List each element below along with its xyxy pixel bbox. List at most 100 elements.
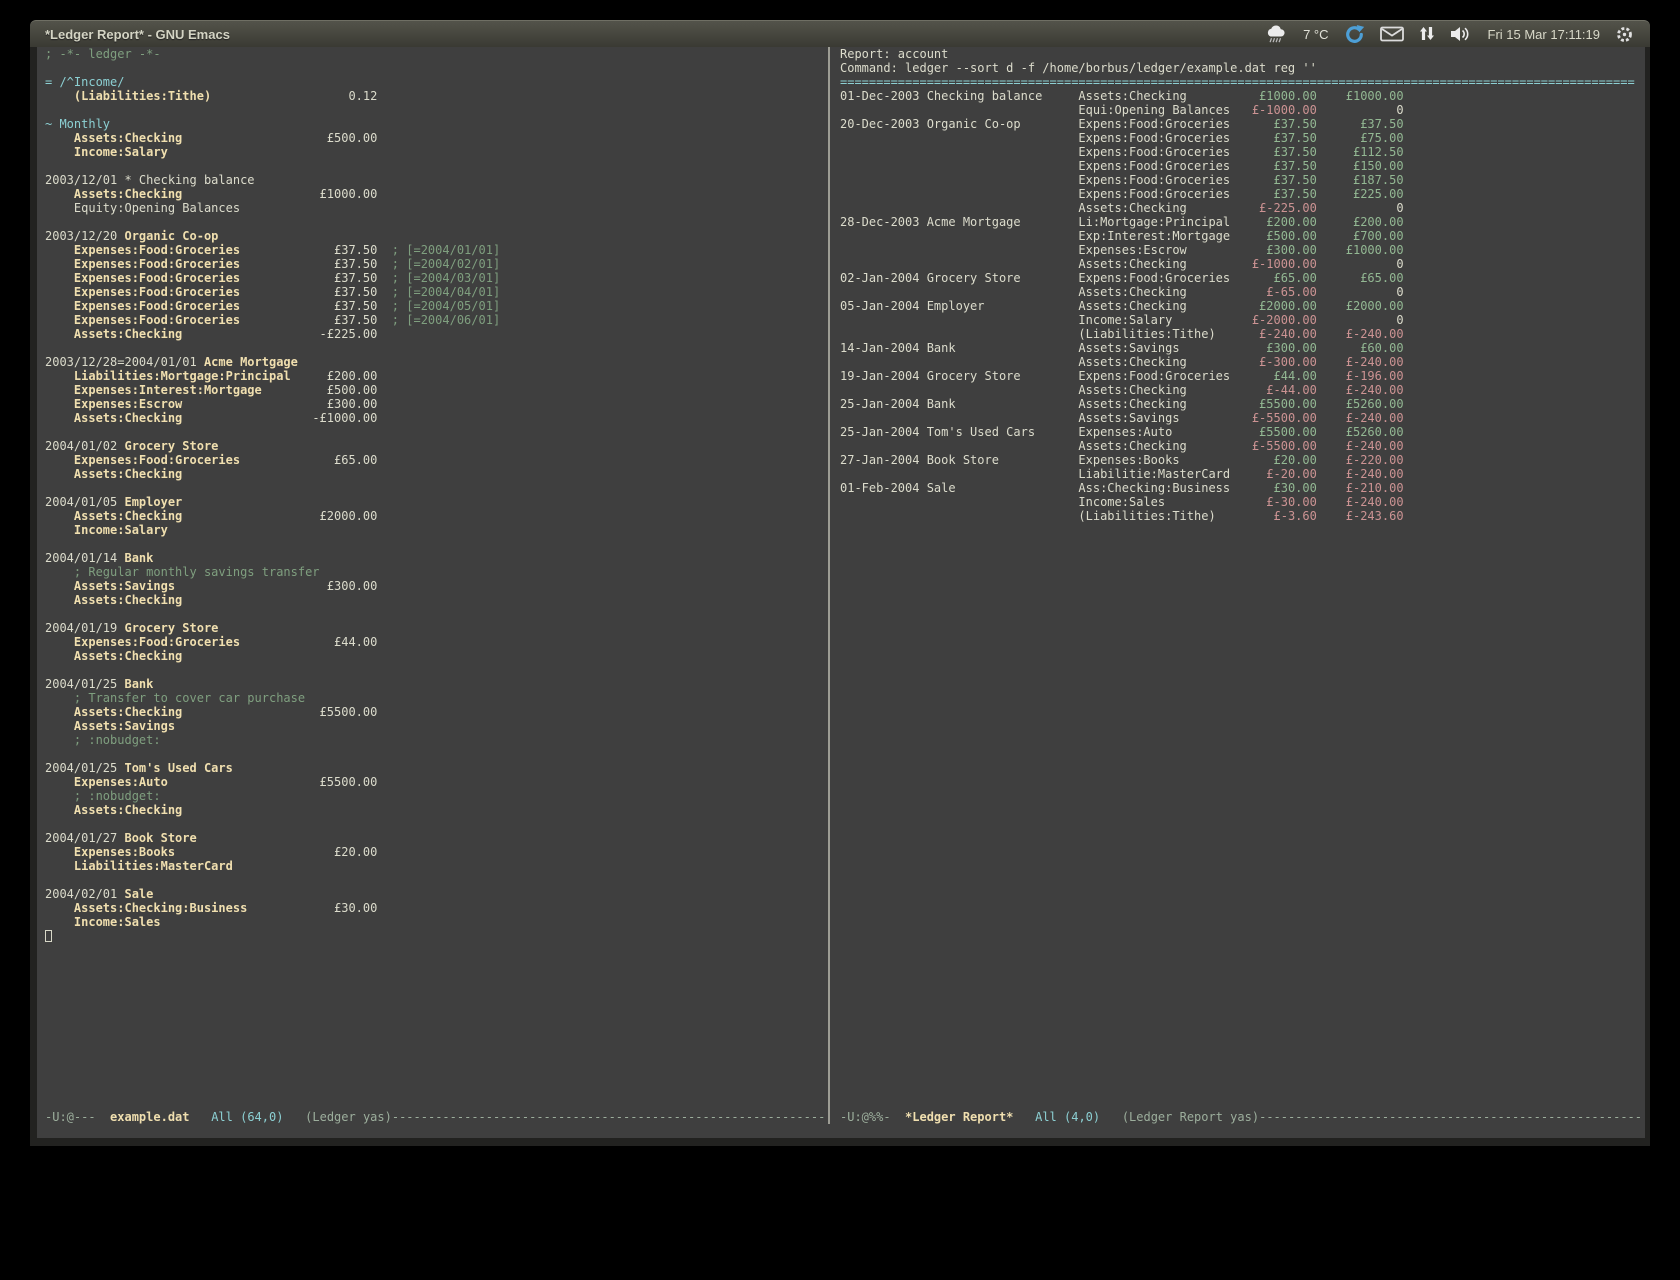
report-row: Expens:Food:Groceries £37.50 £187.50: [840, 173, 1645, 187]
ledger-line: [45, 103, 828, 117]
ledger-line: Assets:Checking £1000.00: [45, 187, 828, 201]
weather-icon[interactable]: [1264, 24, 1288, 44]
text-cursor: [45, 930, 52, 942]
ledger-line: Assets:Checking: [45, 593, 828, 607]
report-row: Exp:Interest:Mortgage £500.00 £700.00: [840, 229, 1645, 243]
ledger-line: 2004/01/02 Grocery Store: [45, 439, 828, 453]
ledger-line: Assets:Checking -£225.00: [45, 327, 828, 341]
ledger-line: 2004/01/19 Grocery Store: [45, 621, 828, 635]
ledger-line: 2004/02/01 Sale: [45, 887, 828, 901]
ledger-line: [45, 215, 828, 229]
ledger-line: Expenses:Auto £5500.00: [45, 775, 828, 789]
ledger-line: 2004/01/05 Employer: [45, 495, 828, 509]
ledger-line: 2003/12/28=2004/01/01 Acme Mortgage: [45, 355, 828, 369]
ledger-line: Expenses:Food:Groceries £37.50 ; [=2004/…: [45, 313, 828, 327]
ledger-line: Liabilities:MasterCard: [45, 859, 828, 873]
ledger-line: Expenses:Books £20.00: [45, 845, 828, 859]
report-header-line: Report: account: [840, 47, 1645, 61]
report-command-line: Command: ledger --sort d -f /home/borbus…: [840, 61, 1645, 75]
ledger-line: [45, 663, 828, 677]
ledger-line: Expenses:Food:Groceries £65.00: [45, 453, 828, 467]
report-row: Expens:Food:Groceries £37.50 £225.00: [840, 187, 1645, 201]
ledger-file-window[interactable]: ; -*- ledger -*-= /^Income/ (Liabilities…: [37, 47, 828, 1110]
report-row: Equi:Opening Balances £-1000.00 0: [840, 103, 1645, 117]
report-row: Expens:Food:Groceries £37.50 £112.50: [840, 145, 1645, 159]
report-row: Expens:Food:Groceries £37.50 £75.00: [840, 131, 1645, 145]
volume-icon[interactable]: [1450, 25, 1473, 43]
desktop-screen: *Ledger Report* - GNU Emacs 7 °C: [0, 0, 1680, 1280]
ledger-line: ; Transfer to cover car purchase: [45, 691, 828, 705]
ledger-line: Assets:Checking £2000.00: [45, 509, 828, 523]
report-row: 25-Jan-2004 Tom's Used Cars Expenses:Aut…: [840, 425, 1645, 439]
window-title: *Ledger Report* - GNU Emacs: [30, 27, 230, 42]
ledger-line: [45, 537, 828, 551]
report-row: 14-Jan-2004 Bank Assets:Savings £300.00 …: [840, 341, 1645, 355]
ledger-line: Assets:Checking: [45, 649, 828, 663]
report-row: Assets:Checking £-65.00 0: [840, 285, 1645, 299]
ledger-report-window[interactable]: Report: account Command: ledger --sort d…: [830, 47, 1645, 1110]
ledger-line: Equity:Opening Balances: [45, 201, 828, 215]
report-row: Assets:Checking £-5500.00 £-240.00: [840, 439, 1645, 453]
ledger-line: 2004/01/27 Book Store: [45, 831, 828, 845]
report-row: Income:Salary £-2000.00 0: [840, 313, 1645, 327]
ledger-line: [45, 61, 828, 75]
ledger-line: 2004/01/25 Bank: [45, 677, 828, 691]
ledger-line: Expenses:Food:Groceries £37.50 ; [=2004/…: [45, 243, 828, 257]
modeline-ledger-file[interactable]: -U:@--- example.dat All (64,0) (Ledger y…: [37, 1110, 828, 1124]
report-row: Liabilitie:MasterCard £-20.00 £-240.00: [840, 467, 1645, 481]
report-row: 28-Dec-2003 Acme Mortgage Li:Mortgage:Pr…: [840, 215, 1645, 229]
ledger-line: ; -*- ledger -*-: [45, 47, 828, 61]
network-icon[interactable]: [1419, 25, 1435, 43]
report-row: Income:Sales £-30.00 £-240.00: [840, 495, 1645, 509]
ledger-line: [45, 481, 828, 495]
ledger-line: 2004/01/14 Bank: [45, 551, 828, 565]
ledger-line: [45, 341, 828, 355]
ledger-line: ; :nobudget:: [45, 733, 828, 747]
modeline-ledger-report[interactable]: -U:@%%- *Ledger Report* All (4,0) (Ledge…: [830, 1110, 1645, 1124]
ledger-line: [45, 817, 828, 831]
report-row: 27-Jan-2004 Book Store Expenses:Books £2…: [840, 453, 1645, 467]
report-row: Assets:Checking £-1000.00 0: [840, 257, 1645, 271]
emacs-window: *Ledger Report* - GNU Emacs 7 °C: [30, 20, 1650, 1146]
ledger-line: ~ Monthly: [45, 117, 828, 131]
ledger-line: Expenses:Food:Groceries £37.50 ; [=2004/…: [45, 271, 828, 285]
ledger-line: [45, 159, 828, 173]
ledger-line: Expenses:Food:Groceries £37.50 ; [=2004/…: [45, 257, 828, 271]
report-row: 02-Jan-2004 Grocery Store Expens:Food:Gr…: [840, 271, 1645, 285]
session-icon[interactable]: [1615, 25, 1634, 44]
report-row: Assets:Checking £-300.00 £-240.00: [840, 355, 1645, 369]
ledger-line: Assets:Savings £300.00: [45, 579, 828, 593]
ledger-line: Income:Sales: [45, 915, 828, 929]
report-row: Assets:Savings £-5500.00 £-240.00: [840, 411, 1645, 425]
emacs-content: ; -*- ledger -*-= /^Income/ (Liabilities…: [30, 47, 1650, 1146]
ledger-line: Expenses:Interest:Mortgage £500.00: [45, 383, 828, 397]
ledger-line: 2003/12/01 * Checking balance: [45, 173, 828, 187]
report-row: Assets:Checking £-44.00 £-240.00: [840, 383, 1645, 397]
report-row: 25-Jan-2004 Bank Assets:Checking £5500.0…: [840, 397, 1645, 411]
ledger-line: [45, 929, 828, 943]
report-row: 01-Dec-2003 Checking balance Assets:Chec…: [840, 89, 1645, 103]
temperature-label: 7 °C: [1303, 27, 1328, 42]
refresh-icon[interactable]: [1344, 24, 1365, 45]
report-row: (Liabilities:Tithe) £-3.60 £-243.60: [840, 509, 1645, 523]
report-separator: ========================================…: [840, 75, 1645, 89]
report-row: (Liabilities:Tithe) £-240.00 £-240.00: [840, 327, 1645, 341]
ledger-line: ; :nobudget:: [45, 789, 828, 803]
window-titlebar[interactable]: *Ledger Report* - GNU Emacs 7 °C: [30, 20, 1650, 47]
echo-area[interactable]: [37, 1124, 1645, 1160]
report-row: 19-Jan-2004 Grocery Store Expens:Food:Gr…: [840, 369, 1645, 383]
ledger-line: Expenses:Food:Groceries £37.50 ; [=2004/…: [45, 299, 828, 313]
ledger-line: Assets:Checking: [45, 803, 828, 817]
ledger-line: Assets:Checking £500.00: [45, 131, 828, 145]
report-row: Expenses:Escrow £300.00 £1000.00: [840, 243, 1645, 257]
ledger-line: Expenses:Escrow £300.00: [45, 397, 828, 411]
report-row: 01-Feb-2004 Sale Ass:Checking:Business £…: [840, 481, 1645, 495]
ledger-line: [45, 747, 828, 761]
ledger-line: Assets:Checking £5500.00: [45, 705, 828, 719]
ledger-line: [45, 425, 828, 439]
clock-label: Fri 15 Mar 17:11:19: [1488, 27, 1600, 42]
mail-icon[interactable]: [1380, 26, 1404, 42]
ledger-line: Income:Salary: [45, 145, 828, 159]
report-row: Expens:Food:Groceries £37.50 £150.00: [840, 159, 1645, 173]
ledger-line: 2004/01/25 Tom's Used Cars: [45, 761, 828, 775]
